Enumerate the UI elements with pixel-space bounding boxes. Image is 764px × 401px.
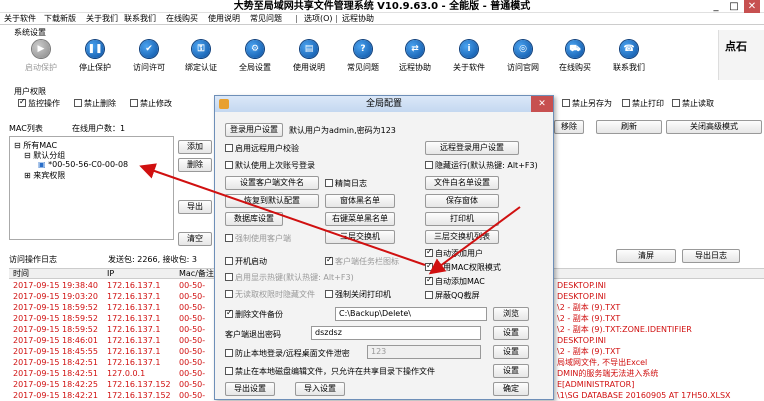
annotation-arrows — [139, 163, 521, 275]
arrow-to-mac-item — [139, 163, 426, 266]
arrow-to-mac-mode — [428, 206, 521, 275]
